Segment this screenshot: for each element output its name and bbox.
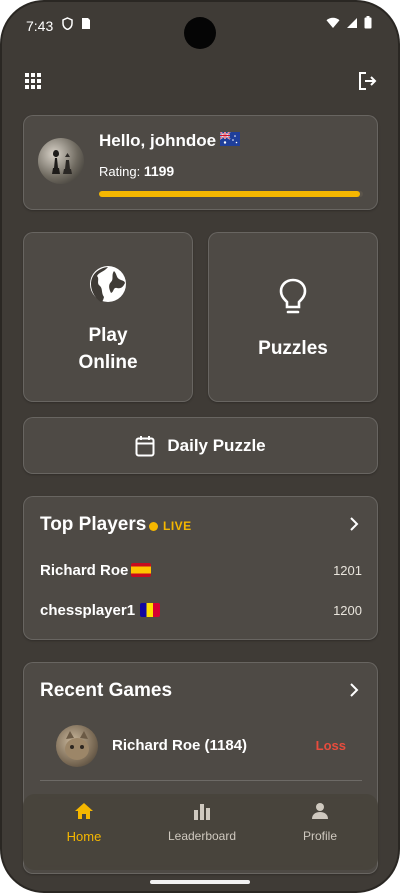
phone-frame: 7:43 Hello, johndoe Rating: 1199 Play On… [0, 0, 400, 893]
nav-profile[interactable]: Profile [265, 802, 375, 843]
wifi-icon [326, 17, 340, 28]
divider [40, 780, 362, 781]
logout-icon[interactable] [357, 71, 377, 96]
shield-icon [62, 17, 73, 30]
profile-icon [312, 803, 328, 819]
globe-icon [24, 263, 192, 305]
daily-puzzle-label: Daily Puzzle [167, 435, 266, 455]
nav-profile-label: Profile [302, 829, 337, 843]
user-avatar[interactable] [38, 138, 84, 184]
battery-icon [364, 16, 372, 29]
rating-label: Rating: [99, 164, 141, 179]
nav-leaderboard-label: Leaderboard [167, 829, 237, 843]
player-score: 1201 [333, 563, 362, 578]
player-name: chessplayer1 [40, 602, 136, 619]
rating-progress-bar [99, 191, 363, 197]
status-system-icons [326, 16, 372, 29]
daily-puzzle-content: Daily Puzzle [24, 418, 377, 473]
top-players-card[interactable]: Top Players LIVE Richard Roe 1201 chessp… [23, 496, 378, 640]
player-row[interactable]: Richard Roe 1201 [40, 559, 362, 583]
play-online-label-line2: Online [78, 352, 138, 373]
chevron-right-icon[interactable] [348, 515, 360, 539]
rating-progress-fill [99, 191, 361, 197]
cat-avatar-icon [65, 731, 89, 760]
user-card[interactable]: Hello, johndoe Rating: 1199 [23, 115, 378, 210]
player-name: Richard Roe [40, 562, 129, 579]
opponent-avatar [56, 725, 98, 767]
puzzles-button[interactable]: Puzzles [208, 232, 378, 402]
puzzles-label: Puzzles [258, 338, 328, 359]
home-indicator[interactable] [150, 880, 250, 884]
bottom-navigation: Home Leaderboard Profile [23, 794, 378, 870]
player-score: 1200 [333, 603, 362, 618]
nav-home-label: Home [66, 829, 102, 844]
live-badge: LIVE [163, 519, 192, 533]
play-online-label-line1: Play [88, 325, 128, 346]
lightbulb-icon [209, 277, 377, 317]
game-result: Loss [315, 738, 346, 753]
greeting: Hello, johndoe [99, 131, 217, 150]
live-indicator-dot [149, 522, 158, 531]
leaderboard-icon [194, 804, 210, 820]
status-bar: 7:43 [2, 2, 398, 49]
play-online-label: Play Online [24, 322, 192, 376]
app-screen: 7:43 Hello, johndoe Rating: 1199 Play On… [2, 2, 398, 891]
apps-grid-icon[interactable] [24, 72, 42, 95]
nav-leaderboard[interactable]: Leaderboard [147, 802, 257, 843]
flag-australia-icon [219, 131, 240, 146]
chevron-right-icon[interactable] [348, 681, 360, 705]
home-icon [75, 803, 93, 819]
status-notification-icons [62, 17, 91, 30]
front-camera [184, 17, 216, 49]
flag-spain-icon [131, 563, 151, 577]
status-time: 7:43 [26, 18, 54, 34]
top-players-title: Top Players [40, 514, 147, 535]
player-row[interactable]: chessplayer1 1200 [40, 599, 362, 623]
chess-pieces-icon [52, 150, 72, 174]
daily-puzzle-button[interactable]: Daily Puzzle [23, 417, 378, 474]
rating-line: Rating: 1199 [99, 163, 174, 179]
sim-card-icon [82, 18, 90, 29]
rating-value: 1199 [143, 163, 175, 179]
recent-games-title: Recent Games [40, 680, 173, 701]
opponent-name: Richard Roe (1184) [112, 737, 248, 754]
game-row[interactable]: Richard Roe (1184) Loss [40, 725, 362, 769]
play-online-button[interactable]: Play Online [23, 232, 193, 402]
signal-icon [347, 17, 357, 28]
nav-home[interactable]: Home [29, 802, 139, 844]
flag-andorra-icon [140, 603, 160, 617]
calendar-icon [135, 435, 155, 456]
